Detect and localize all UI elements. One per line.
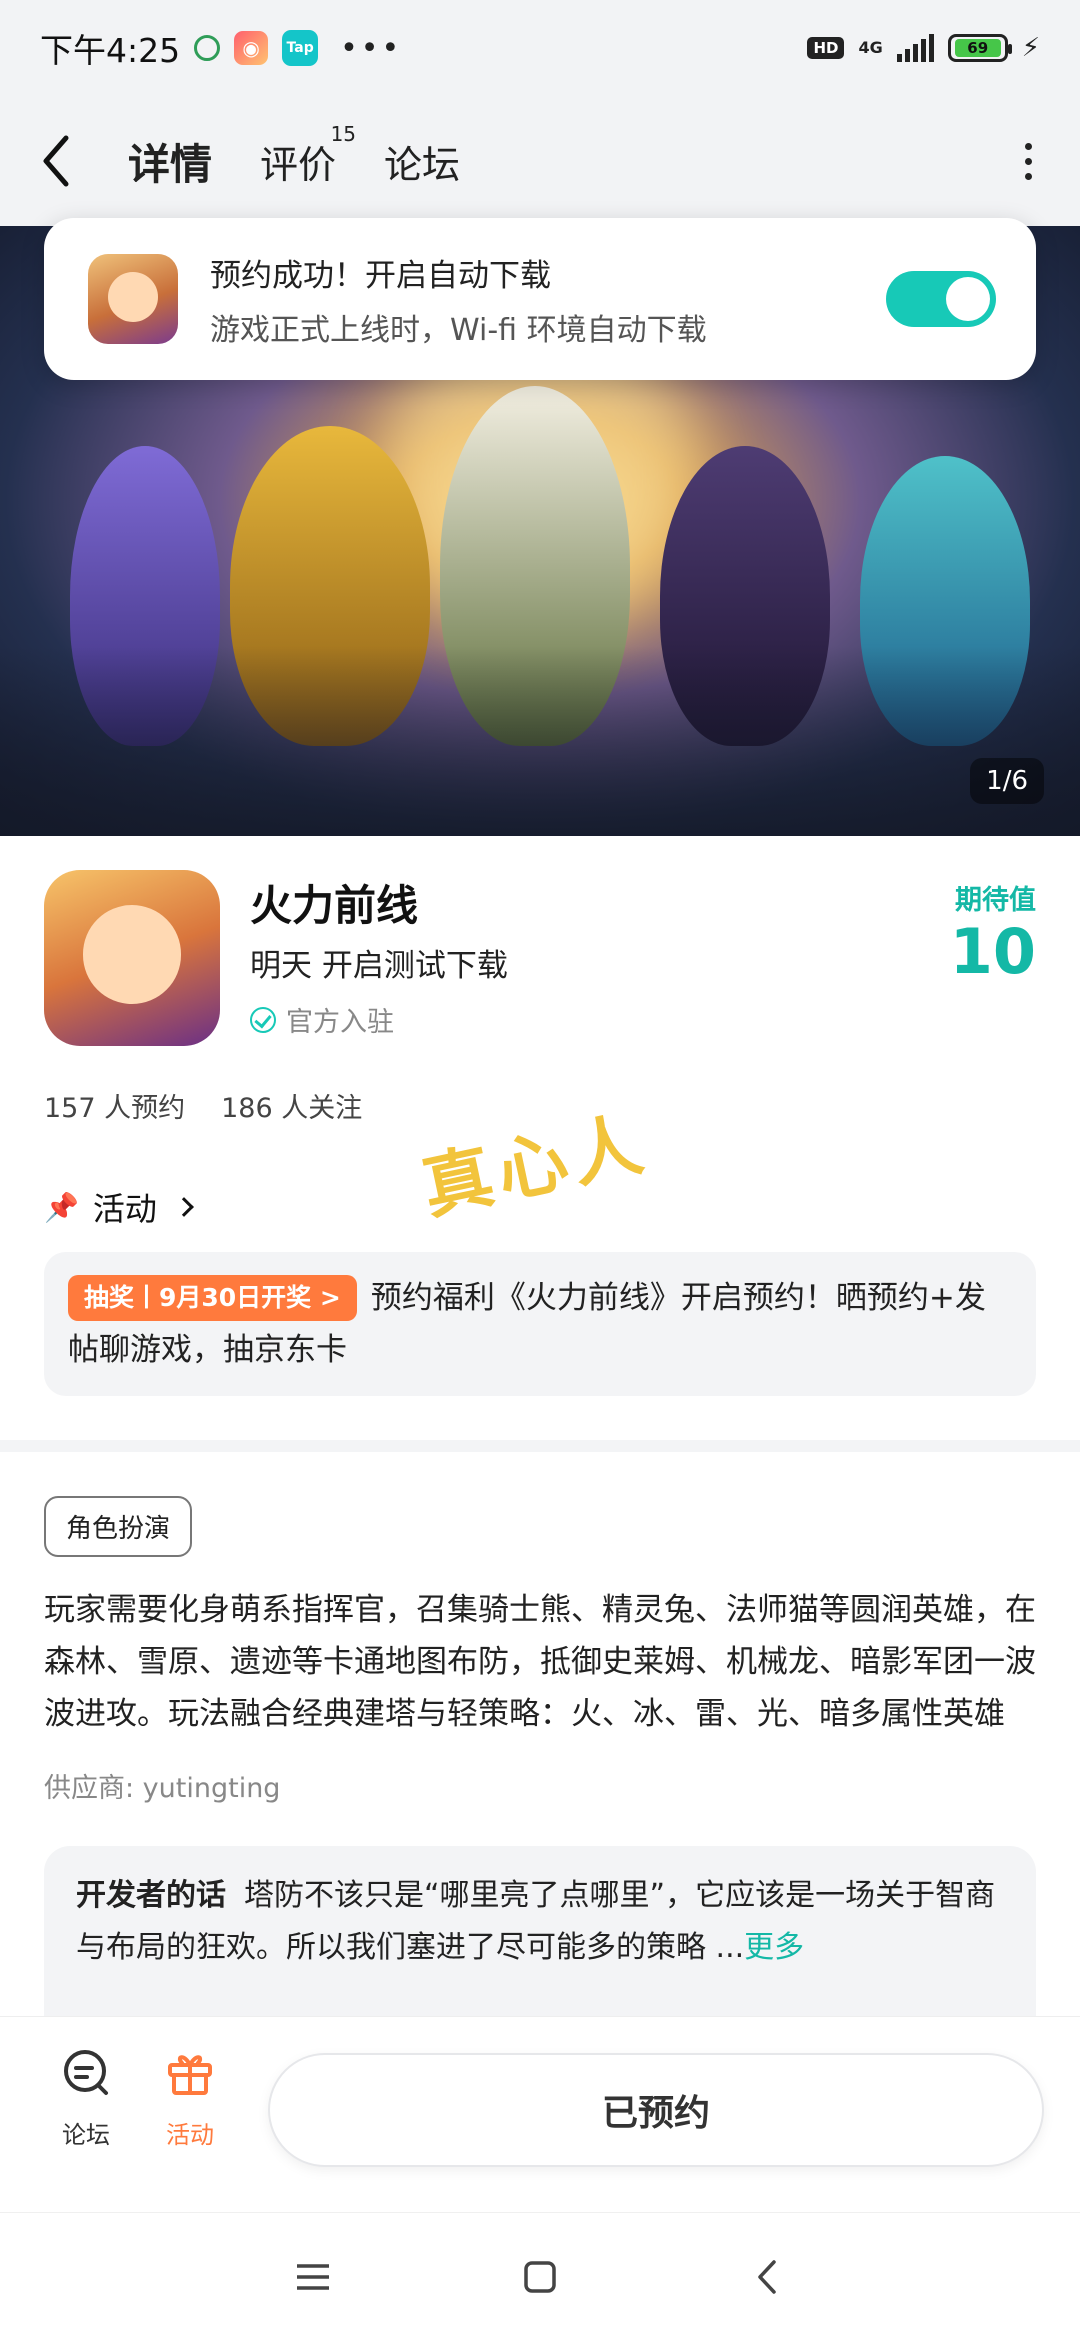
game-description[interactable]: 玩家需要化身萌系指挥官，召集骑士熊、精灵兔、法师猫等圆润英雄，在森林、雪原、遗迹… <box>44 1584 1036 1740</box>
gamepad-icon: ◉ <box>234 31 269 65</box>
expectation-value: 10 <box>949 915 1036 988</box>
reviews-count-badge: 15 <box>330 121 357 146</box>
more-notifications-icon: ••• <box>340 30 403 66</box>
network-operator-icon <box>194 35 221 61</box>
taptap-icon: Tap <box>282 30 319 66</box>
status-bar: 下午4:25 ◉ Tap ••• HD 4G 69 ⚡ <box>0 0 1080 96</box>
tab-reviews[interactable]: 评价 15 <box>260 122 356 189</box>
app-stats: 157 人预约 186 人关注 <box>44 1086 362 1125</box>
lottery-tag: 抽奖丨9月30日开奖 > <box>68 1275 357 1321</box>
charging-icon: ⚡ <box>1021 33 1040 63</box>
watermark-text: 真心人 <box>415 1102 656 1230</box>
toast-title: 预约成功！开启自动下载 <box>210 257 551 294</box>
gift-icon <box>168 2055 212 2095</box>
menu-icon[interactable] <box>283 2247 343 2307</box>
app-icon <box>44 870 220 1046</box>
developer-note-label: 开发者的话 <box>76 1878 226 1913</box>
toast-subtitle: 游戏正式上线时，Wi-fi 环境自动下载 <box>210 312 707 348</box>
check-circle-icon <box>250 1006 276 1033</box>
follower-count: 186 人关注 <box>221 1093 363 1124</box>
back-arrow-icon[interactable] <box>40 131 80 191</box>
chevron-right-icon <box>173 1197 194 1217</box>
chat-bubble-icon <box>64 2050 108 2095</box>
tab-forum[interactable]: 论坛 <box>384 134 460 189</box>
tab-details-label: 详情 <box>128 139 213 189</box>
forum-button[interactable]: 论坛 <box>36 2047 136 2150</box>
forum-label: 论坛 <box>62 2121 110 2149</box>
tab-forum-label: 论坛 <box>384 142 461 187</box>
reservation-count: 157 人预约 <box>44 1093 186 1124</box>
tab-details[interactable]: 详情 <box>123 131 217 192</box>
auto-download-toggle[interactable] <box>886 271 996 327</box>
activity-label: 活动 <box>166 2121 214 2149</box>
activity-heading: 活动 <box>92 1190 157 1228</box>
developer-note-card[interactable]: 开发者的话 塔防不该只是“哪里亮了点哪里”，它应该是一场关于智商与布局的狂欢。所以… <box>44 1846 1036 2016</box>
section-divider <box>0 1440 1080 1452</box>
reservation-toast: 预约成功！开启自动下载 游戏正式上线时，Wi-fi 环境自动下载 <box>44 218 1036 380</box>
status-time: 下午4:25 <box>40 31 181 70</box>
signal-icon <box>896 34 934 62</box>
official-label: 官方入驻 <box>286 1007 394 1038</box>
tab-reviews-label: 评价 <box>260 142 337 187</box>
battery-icon: 69 <box>947 34 1012 62</box>
app-release-status: 明天 开启测试下载 <box>250 948 508 984</box>
toast-app-icon <box>88 254 178 344</box>
official-badge: 官方入驻 <box>250 1000 394 1039</box>
more-link[interactable]: 更多 <box>744 1930 804 1965</box>
system-back-icon[interactable] <box>737 2247 797 2307</box>
pin-icon: 📌 <box>44 1190 79 1224</box>
app-name: 火力前线 <box>250 881 419 930</box>
more-options-icon[interactable] <box>1016 142 1040 180</box>
app-info: 火力前线 明天 开启测试下载 官方入驻 期待值 10 <box>44 870 1036 1050</box>
reserved-button[interactable]: 已预约 <box>270 2055 1042 2165</box>
network-type: 4G <box>858 38 883 57</box>
supplier-info: 供应商: yutingting <box>44 1773 281 1804</box>
top-nav: 详情 评价 15 论坛 <box>0 96 1080 226</box>
bottom-action-bar: 论坛 活动 已预约 <box>0 2016 1080 2212</box>
expectation-label: 期待值 <box>955 885 1036 916</box>
carousel-page-indicator: 1/6 <box>970 758 1044 804</box>
system-navigation-bar <box>0 2212 1080 2340</box>
activity-button[interactable]: 活动 <box>140 2047 240 2150</box>
activity-section-header[interactable]: 📌 活动 <box>44 1184 194 1230</box>
expectation-score: 期待值 10 <box>950 878 1036 983</box>
battery-level: 69 <box>954 39 1001 57</box>
home-icon[interactable] <box>510 2247 570 2307</box>
activity-card[interactable]: 抽奖丨9月30日开奖 > 预约福利《火力前线》开启预约！晒预约+发帖聊游戏，抽京东… <box>44 1252 1036 1396</box>
genre-tag[interactable]: 角色扮演 <box>44 1496 193 1557</box>
banner-floor <box>0 646 1080 836</box>
hd-voice-icon: HD <box>807 37 845 59</box>
